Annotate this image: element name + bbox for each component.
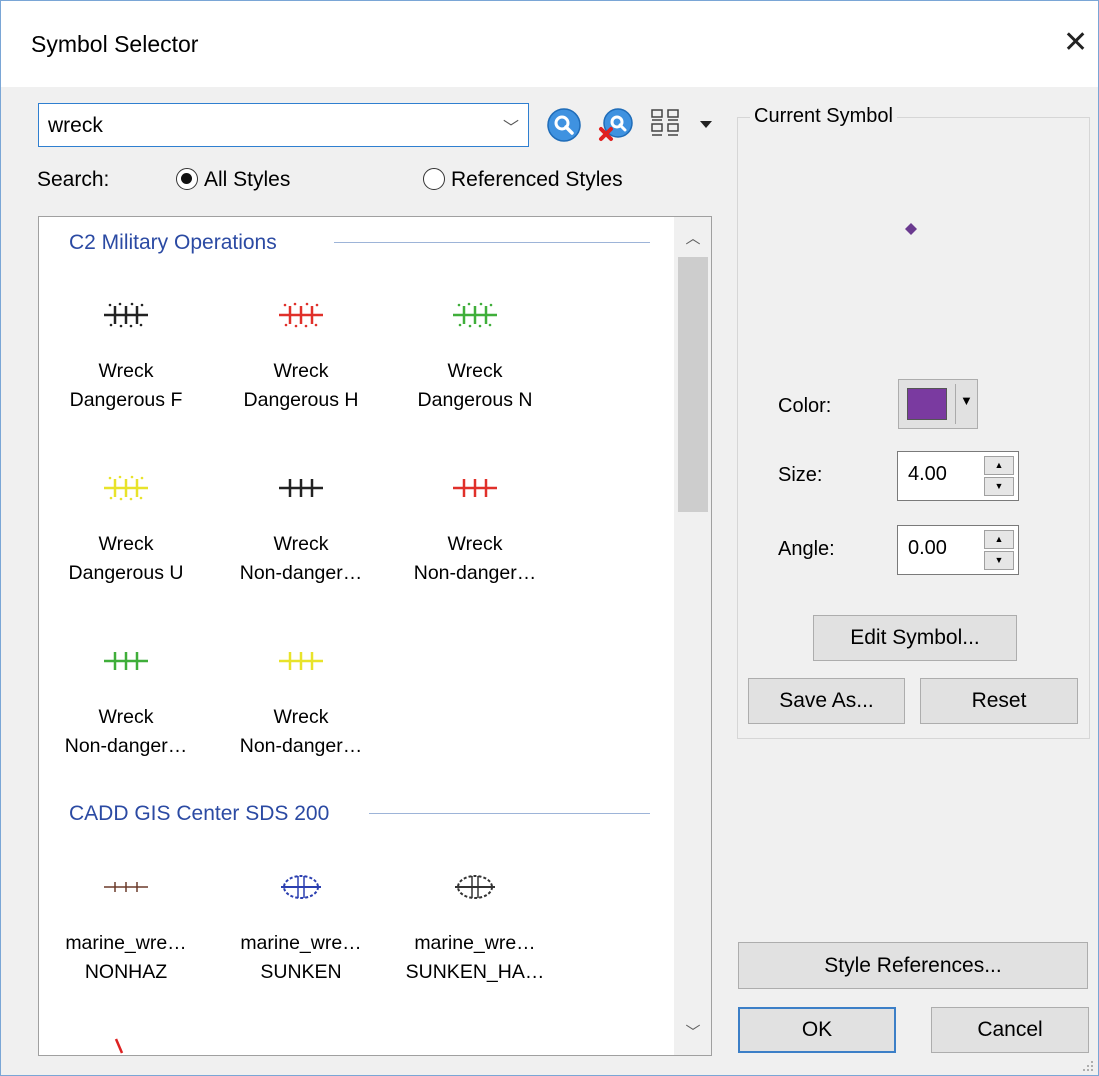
- group-divider: [334, 242, 650, 243]
- symbol-label: marine_wre… SUNKEN_HA…: [405, 932, 545, 983]
- ok-button[interactable]: OK: [738, 1007, 896, 1053]
- spin-down-icon[interactable]: ▼: [984, 551, 1014, 570]
- wreck-symbol-icon: [86, 295, 166, 335]
- symbol-tile[interactable]: Wreck Non-danger…: [390, 458, 560, 618]
- symbol-label: marine_wre… NONHAZ: [65, 932, 187, 983]
- symbol-tile[interactable]: Wreck Non-danger…: [41, 631, 211, 791]
- scroll-down-arrow[interactable]: ﹀: [674, 1015, 711, 1051]
- search-icon[interactable]: [546, 107, 582, 143]
- radio-all-styles[interactable]: All Styles: [176, 166, 306, 196]
- window-title: Symbol Selector: [31, 31, 199, 57]
- symbol-list[interactable]: C2 Military Operations Wreck Dangerous F W…: [38, 216, 712, 1056]
- symbol-label: Wreck Non-danger…: [413, 533, 537, 584]
- search-scope-label: Search:: [37, 168, 110, 191]
- search-combobox[interactable]: wreck ﹀: [38, 103, 529, 147]
- color-picker-button[interactable]: ▼: [898, 379, 978, 429]
- close-icon[interactable]: ✕: [1063, 27, 1088, 59]
- clear-search-icon[interactable]: [598, 107, 634, 143]
- group-divider: [369, 813, 650, 814]
- wreck-symbol-icon: [435, 468, 515, 508]
- wreck-symbol-icon: [86, 867, 166, 907]
- symbol-selector-dialog: Symbol Selector ✕ wreck ﹀ Search: All St…: [0, 0, 1099, 1076]
- angle-stepper[interactable]: ▲ ▼: [984, 530, 1014, 570]
- wreck-symbol-icon: [261, 867, 341, 907]
- size-stepper[interactable]: ▲ ▼: [984, 456, 1014, 496]
- angle-label: Angle:: [778, 538, 835, 560]
- size-label: Size:: [778, 464, 823, 486]
- symbol-label: marine_wre… SUNKEN: [240, 932, 362, 983]
- wreck-symbol-icon: [435, 867, 515, 907]
- symbol-tile[interactable]: Wreck Dangerous H: [216, 285, 386, 445]
- chevron-down-icon: ▼: [960, 393, 973, 408]
- radio-referenced-styles[interactable]: Referenced Styles: [423, 166, 648, 196]
- wreck-symbol-icon: [86, 468, 166, 508]
- symbol-label: Wreck Non-danger…: [239, 533, 363, 584]
- group-header: CADD GIS Center SDS 200: [69, 802, 330, 825]
- style-references-button[interactable]: Style References...: [738, 942, 1088, 989]
- symbol-tile[interactable]: Wreck Non-danger…: [216, 631, 386, 791]
- symbol-tile[interactable]: marine_wre… NONHAZ: [41, 857, 211, 1017]
- symbol-label: Wreck Dangerous U: [68, 533, 184, 584]
- symbol-tile[interactable]: marine_wre… SUNKEN: [216, 857, 386, 1017]
- symbol-tile[interactable]: Wreck Dangerous U: [41, 458, 211, 618]
- symbol-tile[interactable]: Wreck Dangerous N: [390, 285, 560, 445]
- symbol-tile[interactable]: Wreck Non-danger…: [216, 458, 386, 618]
- wreck-symbol-icon: [261, 641, 341, 681]
- wreck-symbol-icon: [261, 468, 341, 508]
- cancel-button[interactable]: Cancel: [931, 1007, 1089, 1053]
- radio-all-styles-label: All Styles: [204, 168, 291, 191]
- spin-up-icon[interactable]: ▲: [984, 456, 1014, 475]
- scrollbar-thumb[interactable]: [678, 257, 708, 512]
- current-symbol-title: Current Symbol: [750, 105, 897, 128]
- partial-symbol-icon: [114, 1038, 124, 1054]
- spin-up-icon[interactable]: ▲: [984, 530, 1014, 549]
- wreck-symbol-icon: [435, 295, 515, 335]
- search-input[interactable]: wreck: [48, 114, 103, 138]
- symbol-label: Wreck Dangerous N: [417, 360, 533, 411]
- edit-symbol-button[interactable]: Edit Symbol...: [813, 615, 1017, 661]
- resize-grip-icon[interactable]: [1082, 1059, 1094, 1071]
- color-swatch: [907, 388, 947, 420]
- symbol-preview: [905, 223, 917, 235]
- radio-referenced-styles-label: Referenced Styles: [451, 168, 623, 191]
- group-header: C2 Military Operations: [69, 231, 277, 254]
- symbol-tile[interactable]: marine_wre… SUNKEN_HA…: [390, 857, 560, 1017]
- color-label: Color:: [778, 395, 832, 417]
- save-as-button[interactable]: Save As...: [748, 678, 905, 724]
- wreck-symbol-icon: [261, 295, 341, 335]
- symbol-label: Wreck Non-danger…: [239, 706, 363, 757]
- radio-circle: [423, 168, 445, 190]
- angle-field[interactable]: 0.00 ▲ ▼: [897, 525, 1019, 575]
- view-options-icon[interactable]: [649, 107, 719, 143]
- symbol-label: Wreck Non-danger…: [64, 706, 188, 757]
- spin-down-icon[interactable]: ▼: [984, 477, 1014, 496]
- title-bar: Symbol Selector ✕: [1, 1, 1098, 87]
- size-value[interactable]: 4.00: [908, 463, 947, 486]
- reset-button[interactable]: Reset: [920, 678, 1078, 724]
- wreck-symbol-icon: [86, 641, 166, 681]
- size-field[interactable]: 4.00 ▲ ▼: [897, 451, 1019, 501]
- symbol-label: Wreck Dangerous H: [243, 360, 359, 411]
- symbol-label: Wreck Dangerous F: [69, 360, 183, 411]
- symbol-tile[interactable]: Wreck Dangerous F: [41, 285, 211, 445]
- angle-value[interactable]: 0.00: [908, 537, 947, 560]
- scroll-up-arrow[interactable]: ︿: [674, 221, 711, 257]
- vertical-scrollbar[interactable]: ︿ ﹀: [674, 217, 711, 1055]
- chevron-down-icon[interactable]: ﹀: [503, 114, 519, 138]
- radio-circle: [176, 168, 198, 190]
